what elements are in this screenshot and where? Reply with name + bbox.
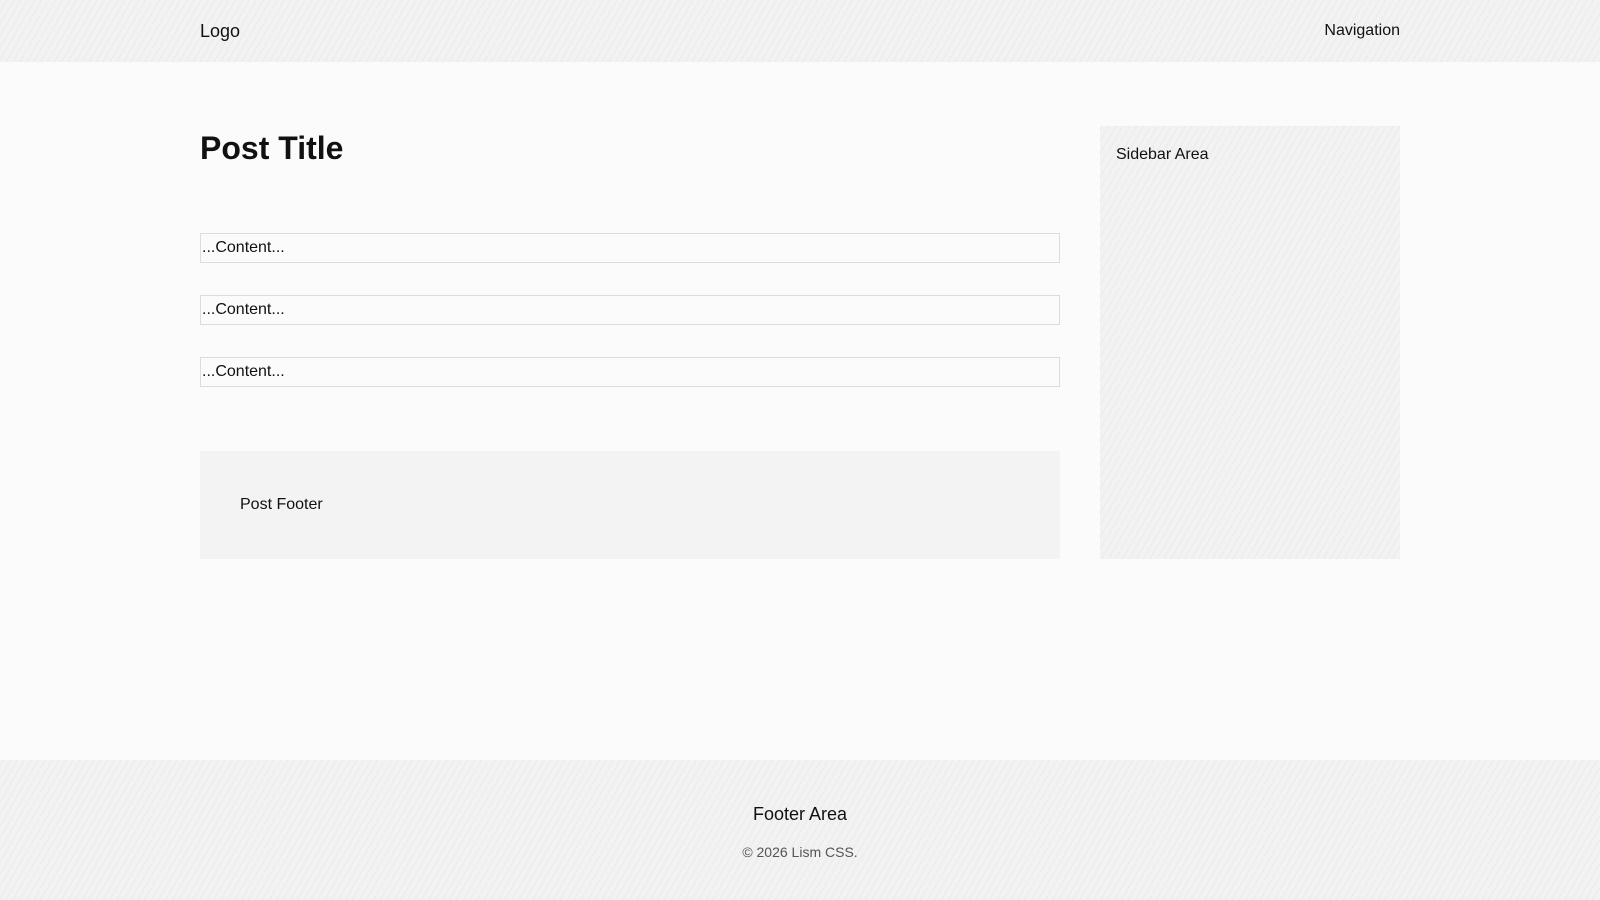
header-inner: Logo Navigation bbox=[200, 0, 1400, 62]
footer-title: Footer Area bbox=[752, 804, 848, 824]
content-block: ...Content... bbox=[200, 232, 1060, 263]
content-block: ...Content... bbox=[200, 294, 1060, 325]
post-footer-label: Post Footer bbox=[240, 495, 323, 513]
post: Post Title ...Content... ...Content... .… bbox=[200, 126, 1060, 559]
main-area: Post Title ...Content... ...Content... .… bbox=[200, 126, 1400, 559]
navigation[interactable]: Navigation bbox=[1324, 22, 1400, 40]
content-block: ...Content... bbox=[200, 356, 1060, 387]
post-content: ...Content... ...Content... ...Content..… bbox=[200, 232, 1060, 387]
site-footer: Footer Area © 2026 Lism CSS. bbox=[0, 760, 1600, 900]
sidebar: Sidebar Area bbox=[1100, 126, 1400, 559]
copyright-text: © 2026 Lism CSS. bbox=[742, 844, 858, 860]
post-title: Post Title bbox=[200, 130, 344, 166]
sidebar-label: Sidebar Area bbox=[1116, 146, 1209, 163]
site-header: Logo Navigation bbox=[0, 0, 1600, 62]
logo[interactable]: Logo bbox=[200, 21, 240, 42]
post-footer: Post Footer bbox=[200, 450, 1060, 559]
